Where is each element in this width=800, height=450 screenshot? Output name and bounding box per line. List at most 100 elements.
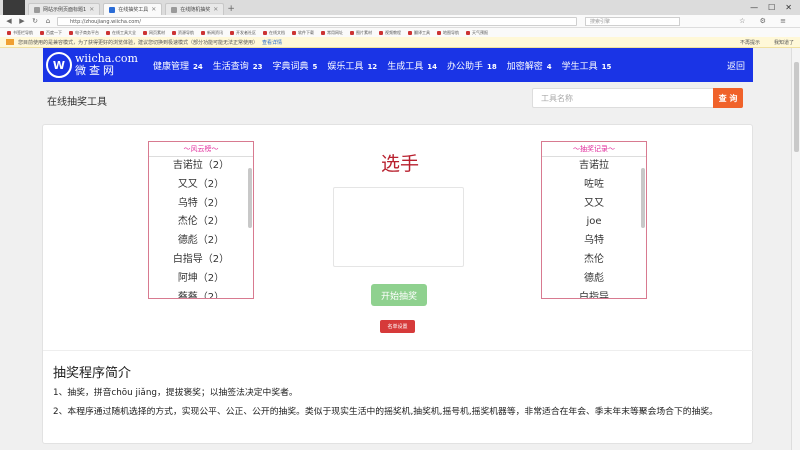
menu-student[interactable]: 学生工具 15 [562,59,612,72]
menu-dictionary[interactable]: 字典词典 5 [273,59,318,72]
tab-close-icon[interactable]: ✕ [213,4,218,16]
bookmark-favicon-icon [263,30,267,35]
bookmark-item[interactable]: 在线工具大全 [106,30,136,36]
notice-dismiss-link[interactable]: 不再提示 [740,39,760,46]
bookmark-item[interactable]: 软件下载 [292,30,314,36]
browser-tools-icons[interactable]: ☆ ⚙ ≡ [739,17,792,25]
draw-record-scrollbar[interactable] [641,168,645,228]
start-draw-button[interactable]: 开始抽奖 [371,284,427,306]
home-icon[interactable]: ⌂ [44,17,52,25]
browser-tab-1[interactable]: 网站示例页面标题1 ✕ [28,3,101,16]
tool-search-input[interactable] [532,88,714,108]
list-item: joe [586,216,602,228]
bookmark-item[interactable]: 网页素材 [143,30,165,36]
menu-count: 23 [252,62,263,71]
list-item: 蔡蔡（2） [177,291,225,299]
list-settings-button[interactable]: 名单设置 [380,320,415,333]
leaderboard-panel: ～风云榜～ 吉诺拉（2） 又又（2） 乌特（2） 杰伦（2） 德彪（2） 白指导（2） 阿坤… [148,141,254,299]
bookmark-label: 新闻资讯 [207,29,223,35]
site-logo[interactable]: W wiicha.com 微查网 [43,48,143,82]
bookmark-label: 网页素材 [149,29,165,35]
menu-count: 15 [601,62,612,71]
current-name-display: 选手 [380,153,419,175]
tab-favicon-icon [34,6,40,13]
bookmark-item[interactable]: 地图导航 [437,30,459,36]
list-item: 阿坤（2） [177,272,225,284]
bookmark-label: 地图导航 [443,29,459,35]
bookmark-item[interactable]: 电子商务平台 [69,30,99,36]
search-button[interactable]: 查 询 [713,88,743,108]
tab-label: 在线抽奖工具 [118,6,149,13]
menu-entertainment[interactable]: 娱乐工具 12 [327,59,377,72]
back-link[interactable]: 返回 [727,59,745,72]
new-tab-button[interactable]: + [227,3,235,15]
lottery-card: ～风云榜～ 吉诺拉（2） 又又（2） 乌特（2） 杰伦（2） 德彪（2） 白指导（2） 阿坤… [42,124,754,444]
page-scrollbar[interactable] [791,48,800,450]
draw-record-list: 吉诺拉 咗咗 又又 joe 乌特 杰伦 德彪 白指导 [542,157,646,298]
tab-close-icon[interactable]: ✕ [89,4,94,16]
list-item: 又又 [584,197,604,209]
bookmark-label: 在线工具大全 [112,29,136,35]
bookmark-label: 在线文档 [269,29,285,35]
notice-link[interactable]: 查看详情 [262,39,282,46]
leaderboard-scrollbar[interactable] [248,168,252,228]
notice-bar: 您目前使用的是兼容模式，为了获得更好的浏览体验，建议您切换到极速模式（部分功能可… [0,37,800,48]
tab-favicon-icon [171,6,178,13]
bookmark-favicon-icon [143,30,147,35]
bookmark-favicon-icon [201,30,205,35]
bookmark-item[interactable]: 常用网址 [321,30,343,36]
maximize-button[interactable]: ☐ [768,1,775,15]
forward-icon[interactable]: ▶ [18,17,26,25]
menu-generators[interactable]: 生成工具 14 [387,59,437,72]
list-item: 吉诺拉（2） [172,160,230,171]
leaderboard-title: ～风云榜～ [149,142,253,157]
bookmark-label: 资源导航 [178,29,194,35]
bookmark-label: 百度一下 [46,29,62,35]
intro-paragraph-1: 1、抽奖，拼音chōu jiǎng，提拔褒奖；以抽签法决定中奖者。 [53,388,298,398]
menu-label: 健康管理 [153,61,190,72]
menu-count: 18 [486,62,497,71]
tab-close-icon[interactable]: ✕ [151,4,156,16]
bookmark-label: 软件下载 [298,29,314,35]
bookmark-item[interactable]: 百度一下 [40,30,62,36]
notice-ok-link[interactable]: 我知道了 [774,39,794,46]
intro-paragraph-2: 2、本程序通过随机选择的方式，实现公平、公正、公开的抽奖。类似于现实生活中的摇奖… [53,407,718,417]
back-icon[interactable]: ◀ [5,17,13,25]
bookmark-item[interactable]: 图片素材 [350,30,372,36]
logo-mark-icon: W [46,52,72,78]
menu-office[interactable]: 办公助手 18 [447,59,497,72]
bookmark-favicon-icon [379,30,383,35]
menu-label: 加密解密 [506,61,543,72]
bookmark-label: 书签栏导航 [13,29,33,35]
bookmark-item[interactable]: 新闻资讯 [201,30,223,36]
bookmark-label: 图片素材 [356,29,372,35]
bookmark-favicon-icon [230,30,234,35]
bookmark-item[interactable]: 翻译工具 [408,30,430,36]
menu-count: 12 [367,62,378,71]
list-item: 杰伦 [584,253,604,265]
bookmark-item[interactable]: 天气预报 [466,30,488,36]
menu-life[interactable]: 生活查询 23 [213,59,263,72]
bookmark-item[interactable]: 书签栏导航 [7,30,33,36]
minimize-button[interactable]: — [750,1,758,15]
bookmark-item[interactable]: 在线文档 [263,30,285,36]
browser-tab-3[interactable]: 在线随机抽奖 ✕ [165,3,225,16]
page-scrollbar-thumb[interactable] [794,62,799,152]
folder-icon [6,39,14,45]
window-controls: — ☐ ✕ [750,1,800,15]
close-window-button[interactable]: ✕ [785,1,792,15]
url-field[interactable]: http://zhoujiang.wiicha.com/ [57,16,577,26]
bookmark-item[interactable]: 开发者社区 [230,30,256,36]
bookmark-favicon-icon [7,30,11,35]
menu-health[interactable]: 健康管理 24 [153,59,203,72]
bookmark-label: 翻译工具 [414,29,430,35]
browser-tab-2[interactable]: 在线抽奖工具 ✕ [103,3,163,16]
bookmark-item[interactable]: 资源导航 [172,30,194,36]
menu-label: 生活查询 [212,61,249,72]
browser-search-field[interactable]: 搜索引擎 [585,16,680,26]
menu-crypto[interactable]: 加密解密 4 [507,59,552,72]
reload-icon[interactable]: ↻ [31,17,39,25]
menu-count: 5 [312,62,318,71]
browser-app-icon[interactable] [3,0,25,15]
bookmark-item[interactable]: 视频教程 [379,30,401,36]
